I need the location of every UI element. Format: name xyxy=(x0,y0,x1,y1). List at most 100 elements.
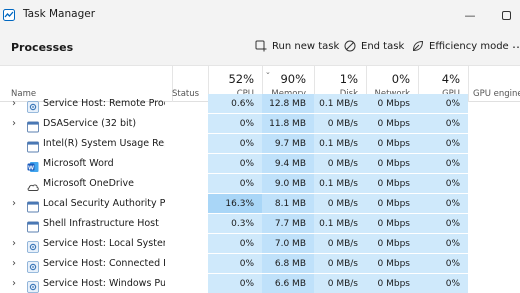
maximize-button[interactable] xyxy=(492,0,520,30)
cpu-total: 52% xyxy=(228,72,254,86)
process-network-value: 0 Mbps xyxy=(377,159,410,169)
process-memory-value: 6.8 MB xyxy=(274,259,306,269)
end-task-label: End task xyxy=(361,40,405,52)
process-gpu-value: 0% xyxy=(445,279,460,289)
process-memory-value: 12.8 MB xyxy=(269,99,306,109)
expand-chevron-icon[interactable]: › xyxy=(12,234,16,254)
process-cpu-value: 0% xyxy=(239,259,254,269)
process-name: Service Host: Remote Procedu... xyxy=(43,98,165,109)
gear-icon xyxy=(27,278,39,293)
expand-chevron-icon[interactable]: › xyxy=(12,194,16,214)
process-network-value: 0 Mbps xyxy=(377,199,410,209)
process-network-value: 0 Mbps xyxy=(377,119,410,129)
process-memory-value: 9.4 MB xyxy=(274,159,306,169)
process-row[interactable]: › Service Host: Windows Push N... 0% 6.6 MB… xyxy=(0,274,520,293)
process-cpu-value: 0% xyxy=(239,119,254,129)
process-network-value: 0 Mbps xyxy=(377,179,410,189)
minimize-button[interactable]: — xyxy=(456,0,484,30)
process-cpu-value: 0% xyxy=(239,239,254,249)
process-name: Shell Infrastructure Host xyxy=(43,218,159,229)
efficiency-mode-label: Efficiency mode xyxy=(429,40,509,52)
network-total: 0% xyxy=(391,72,410,86)
process-memory-value: 8.1 MB xyxy=(274,199,306,209)
process-gpu-value: 0% xyxy=(445,99,460,109)
app-window-icon xyxy=(27,138,39,153)
word-icon: W xyxy=(27,158,39,172)
process-name: Service Host: Local System xyxy=(43,238,165,249)
process-name: Local Security Authority Proce... xyxy=(43,198,165,209)
onedrive-icon xyxy=(27,178,39,191)
process-cpu-value: 0% xyxy=(239,159,254,169)
maximize-icon xyxy=(501,10,511,20)
process-memory-value: 11.8 MB xyxy=(269,119,306,129)
process-memory-value: 7.0 MB xyxy=(274,239,306,249)
process-gpu-value: 0% xyxy=(445,159,460,169)
more-options-icon[interactable]: ⋯ xyxy=(512,40,520,54)
gear-icon xyxy=(27,258,39,273)
process-name: Intel(R) System Usage Report xyxy=(43,138,165,149)
process-list: › Service Host: Remote Procedu... 0.6% 12.8… xyxy=(0,94,520,293)
process-disk-value: 0.1 MB/s xyxy=(319,179,358,189)
process-memory-value: 9.7 MB xyxy=(274,139,306,149)
process-network-value: 0 Mbps xyxy=(377,139,410,149)
process-memory-value: 7.7 MB xyxy=(274,219,306,229)
process-memory-value: 6.6 MB xyxy=(274,279,306,289)
process-row[interactable]: › Local Security Authority Proce... 16.3% 8… xyxy=(0,194,520,214)
process-row[interactable]: › Service Host: Connected Devic... 0% 6.8 M… xyxy=(0,254,520,274)
process-row[interactable]: › Service Host: Local System 0% 7.0 MB 0 MB/… xyxy=(0,234,520,254)
process-cpu-value: 0% xyxy=(239,279,254,289)
app-window-icon xyxy=(27,118,39,133)
minimize-icon: — xyxy=(464,8,476,22)
run-task-icon xyxy=(255,40,267,52)
process-gpu-value: 0% xyxy=(445,119,460,129)
process-cpu-value: 0.3% xyxy=(231,219,254,229)
sort-descending-icon: ⌄ xyxy=(265,68,271,76)
process-network-value: 0 Mbps xyxy=(377,259,410,269)
expand-chevron-icon[interactable]: › xyxy=(12,94,16,114)
process-gpu-value: 0% xyxy=(445,179,460,189)
disk-total: 1% xyxy=(339,72,358,86)
process-gpu-value: 0% xyxy=(445,219,460,229)
command-bar: Processes Run new task End task Efficien… xyxy=(0,30,520,66)
process-name: Service Host: Windows Push N... xyxy=(43,278,165,289)
process-memory-value: 9.0 MB xyxy=(274,179,306,189)
page-title: Processes xyxy=(11,41,74,54)
expand-chevron-icon[interactable]: › xyxy=(12,254,16,274)
end-task-icon xyxy=(344,40,356,52)
process-disk-value: 0 MB/s xyxy=(327,259,358,269)
expand-chevron-icon[interactable]: › xyxy=(12,114,16,134)
task-manager-app-icon xyxy=(3,9,15,21)
process-cpu-value: 16.3% xyxy=(225,199,254,209)
process-name: Microsoft Word xyxy=(43,158,114,169)
process-network-value: 0 Mbps xyxy=(377,239,410,249)
process-row[interactable]: Microsoft OneDrive 0% 9.0 MB 0.1 MB/s 0 Mbps… xyxy=(0,174,520,194)
process-row[interactable]: Shell Infrastructure Host 0.3% 7.7 MB 0.1 M… xyxy=(0,214,520,234)
expand-chevron-icon[interactable]: › xyxy=(12,274,16,293)
process-name: DSAService (32 bit) xyxy=(43,118,137,129)
process-disk-value: 0.1 MB/s xyxy=(319,219,358,229)
memory-total: 90% xyxy=(280,72,306,86)
gear-icon xyxy=(27,238,39,253)
process-disk-value: 0 MB/s xyxy=(327,239,358,249)
gear-icon xyxy=(27,98,39,113)
window-title: Task Manager xyxy=(23,8,96,20)
process-row[interactable]: W Microsoft Word 0% 9.4 MB 0 MB/s 0 Mbps 0% xyxy=(0,154,520,174)
process-name: Microsoft OneDrive xyxy=(43,178,134,189)
efficiency-mode-button[interactable]: Efficiency mode xyxy=(412,40,509,52)
process-disk-value: 0 MB/s xyxy=(327,119,358,129)
process-network-value: 0 Mbps xyxy=(377,279,410,289)
leaf-icon xyxy=(412,40,424,52)
process-row[interactable]: Intel(R) System Usage Report 0% 9.7 MB 0.1 … xyxy=(0,134,520,154)
process-name: Service Host: Connected Devic... xyxy=(43,258,165,269)
process-row[interactable]: › DSAService (32 bit) 0% 11.8 MB 0 MB/s 0 Mbp… xyxy=(0,114,520,134)
end-task-button[interactable]: End task xyxy=(344,40,404,52)
run-new-task-label: Run new task xyxy=(272,40,340,52)
process-row[interactable]: › Service Host: Remote Procedu... 0.6% 12.8… xyxy=(0,94,520,114)
run-new-task-button[interactable]: Run new task xyxy=(255,40,339,52)
process-gpu-value: 0% xyxy=(445,259,460,269)
process-network-value: 0 Mbps xyxy=(377,219,410,229)
process-gpu-value: 0% xyxy=(445,139,460,149)
process-network-value: 0 Mbps xyxy=(377,99,410,109)
process-cpu-value: 0.6% xyxy=(231,99,254,109)
process-gpu-value: 0% xyxy=(445,239,460,249)
